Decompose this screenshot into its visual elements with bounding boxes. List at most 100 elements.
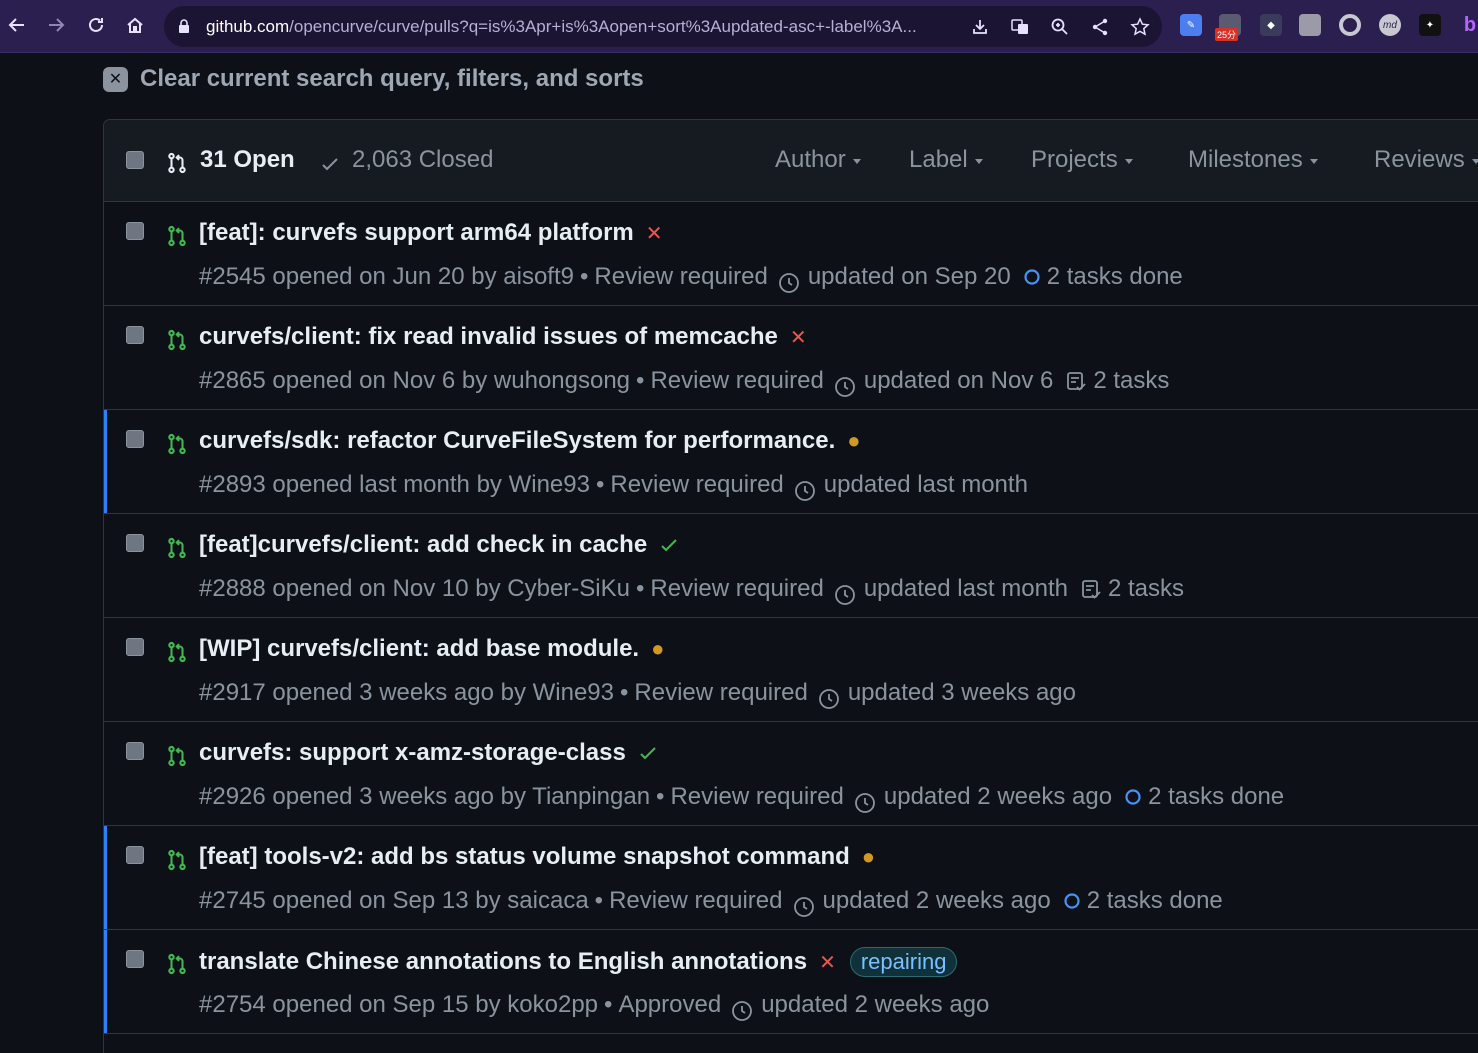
pr-updated-info: updated 2 weeks ago xyxy=(883,783,1113,810)
share-icon[interactable] xyxy=(1089,16,1111,38)
separator-dot: • xyxy=(595,471,605,498)
review-status-link[interactable]: Review required xyxy=(610,471,783,499)
caret-down-icon xyxy=(852,159,861,164)
review-status-link[interactable]: Review required xyxy=(650,367,823,395)
review-status-link[interactable]: Review required xyxy=(650,575,823,603)
pr-title-link[interactable]: curvefs: support x-amz-storage-class xyxy=(199,739,626,767)
forward-icon[interactable] xyxy=(41,10,71,40)
label-badge[interactable]: repairing xyxy=(849,947,958,977)
review-status-link[interactable]: Review required xyxy=(670,783,843,811)
review-status-link[interactable]: Review required xyxy=(634,679,807,707)
pr-number: #2893 xyxy=(199,471,266,498)
status-fail-icon[interactable]: ✕ xyxy=(646,221,663,246)
pr-row-checkbox[interactable] xyxy=(126,846,144,864)
clock-icon xyxy=(854,792,876,814)
pr-row-checkbox[interactable] xyxy=(126,430,144,448)
pr-number: #2888 xyxy=(199,575,266,602)
extension-circle-icon[interactable] xyxy=(1339,14,1361,36)
pr-row-checkbox[interactable] xyxy=(126,534,144,552)
pr-title-line: curvefs/sdk: refactor CurveFileSystem fo… xyxy=(199,427,861,455)
pr-opened-info: opened on Jun 20 by aisoft9 xyxy=(272,263,574,290)
install-app-icon[interactable] xyxy=(969,16,991,38)
pr-title-link[interactable]: [feat] tools-v2: add bs status volume sn… xyxy=(199,843,850,871)
pr-number: #2545 xyxy=(199,263,266,290)
review-status-link[interactable]: Review required xyxy=(594,263,767,291)
filter-projects[interactable]: Projects xyxy=(1031,146,1133,174)
home-icon[interactable] xyxy=(120,10,150,40)
status-fail-icon[interactable]: ✕ xyxy=(819,950,836,975)
pr-row: [feat]curvefs/client: add check in cache… xyxy=(104,514,1478,618)
extension-puzzle-icon[interactable]: ◆ xyxy=(1260,14,1282,36)
separator-dot: • xyxy=(580,263,589,290)
status-pending-icon[interactable]: ● xyxy=(651,636,664,662)
filter-milestones[interactable]: Milestones xyxy=(1188,146,1318,174)
bookmark-star-icon[interactable] xyxy=(1129,16,1151,38)
clear-x-icon: ✕ xyxy=(103,66,128,92)
pr-opened-info: opened on Sep 13 by saicaca xyxy=(272,887,589,914)
pr-title-link[interactable]: curvefs/sdk: refactor CurveFileSystem fo… xyxy=(199,427,835,455)
pr-title-link[interactable]: curvefs/client: fix read invalid issues … xyxy=(199,323,778,351)
back-icon[interactable] xyxy=(2,10,32,40)
pr-number: #2754 xyxy=(199,991,266,1018)
review-status-link[interactable]: Review required xyxy=(609,887,782,915)
pr-number: #2745 xyxy=(199,887,266,914)
select-all-checkbox[interactable] xyxy=(126,151,144,169)
open-count-tab[interactable]: 31 Open xyxy=(200,146,295,174)
pr-opened-info: opened last month by Wine93 xyxy=(272,471,590,498)
lock-icon xyxy=(178,19,190,39)
pr-updated-info: updated 3 weeks ago xyxy=(847,679,1077,706)
pr-title-link[interactable]: [WIP] curvefs/client: add base module. xyxy=(199,635,639,663)
tasks-text: 2 tasks done xyxy=(1046,263,1183,290)
tasks-done-icon xyxy=(1124,788,1148,806)
filter-author[interactable]: Author xyxy=(775,146,861,174)
status-pending-icon[interactable]: ● xyxy=(847,428,860,454)
status-fail-icon[interactable]: ✕ xyxy=(790,325,807,350)
pr-title-link[interactable]: translate Chinese annotations to English… xyxy=(199,948,807,976)
pr-title-line: translate Chinese annotations to English… xyxy=(199,947,958,977)
extension-pen-icon[interactable]: ✎ xyxy=(1180,14,1202,36)
extension-square-icon[interactable] xyxy=(1299,14,1321,36)
review-status-link[interactable]: Approved xyxy=(618,991,721,1019)
pr-row-checkbox[interactable] xyxy=(126,222,144,240)
separator-dot: • xyxy=(636,367,645,394)
status-success-icon[interactable] xyxy=(638,743,658,763)
pr-row-checkbox[interactable] xyxy=(126,326,144,344)
filter-reviews[interactable]: Reviews xyxy=(1374,146,1478,174)
pr-title-link[interactable]: [feat]: curvefs support arm64 platform xyxy=(199,219,634,247)
extension-dark-icon[interactable]: ✦ xyxy=(1419,14,1441,36)
tasks-progress: 2 tasks done xyxy=(1063,887,1223,915)
pr-open-icon xyxy=(166,849,188,876)
extension-timer-icon[interactable]: 25分 xyxy=(1215,14,1241,41)
pr-row-checkbox[interactable] xyxy=(126,950,144,968)
clear-filters-link[interactable]: ✕ Clear current search query, filters, a… xyxy=(103,64,644,94)
status-success-icon[interactable] xyxy=(659,535,679,555)
check-icon xyxy=(320,154,340,179)
address-bar[interactable]: github.com/opencurve/curve/pulls?q=is%3A… xyxy=(164,6,1162,47)
closed-count-tab[interactable]: 2,063 Closed xyxy=(352,146,493,174)
translate-icon[interactable] xyxy=(1009,16,1031,38)
pr-row-checkbox[interactable] xyxy=(126,742,144,760)
pr-row: curvefs/sdk: refactor CurveFileSystem fo… xyxy=(104,410,1478,514)
pr-title-link[interactable]: [feat]curvefs/client: add check in cache xyxy=(199,531,647,559)
extension-b-icon[interactable]: b xyxy=(1459,14,1478,36)
pr-row-checkbox[interactable] xyxy=(126,638,144,656)
reload-icon[interactable] xyxy=(81,10,111,40)
caret-down-icon xyxy=(1471,159,1478,164)
tasks-text: 2 tasks done xyxy=(1086,887,1223,914)
extension-md-icon[interactable]: md xyxy=(1379,14,1401,36)
task-list-icon xyxy=(1080,578,1108,600)
pr-row: [feat] tools-v2: add bs status volume sn… xyxy=(104,826,1478,930)
pr-opened-info: opened 3 weeks ago by Wine93 xyxy=(272,679,614,706)
clock-icon xyxy=(794,480,816,502)
zoom-icon[interactable] xyxy=(1049,16,1071,38)
filter-label[interactable]: Label xyxy=(909,146,983,174)
tasks-text: 2 tasks done xyxy=(1148,783,1285,810)
pr-open-icon xyxy=(166,953,188,980)
status-pending-icon[interactable]: ● xyxy=(862,844,875,870)
pr-row: [feat]: curvefs support arm64 platform ✕… xyxy=(104,202,1478,306)
pr-updated-info: updated last month xyxy=(863,575,1068,602)
pr-meta: #2893 opened last month by Wine93 • Revi… xyxy=(199,471,1028,502)
clear-filters-label: Clear current search query, filters, and… xyxy=(140,65,644,92)
pr-updated-info: updated last month xyxy=(823,471,1028,498)
pr-number: #2917 xyxy=(199,679,266,706)
